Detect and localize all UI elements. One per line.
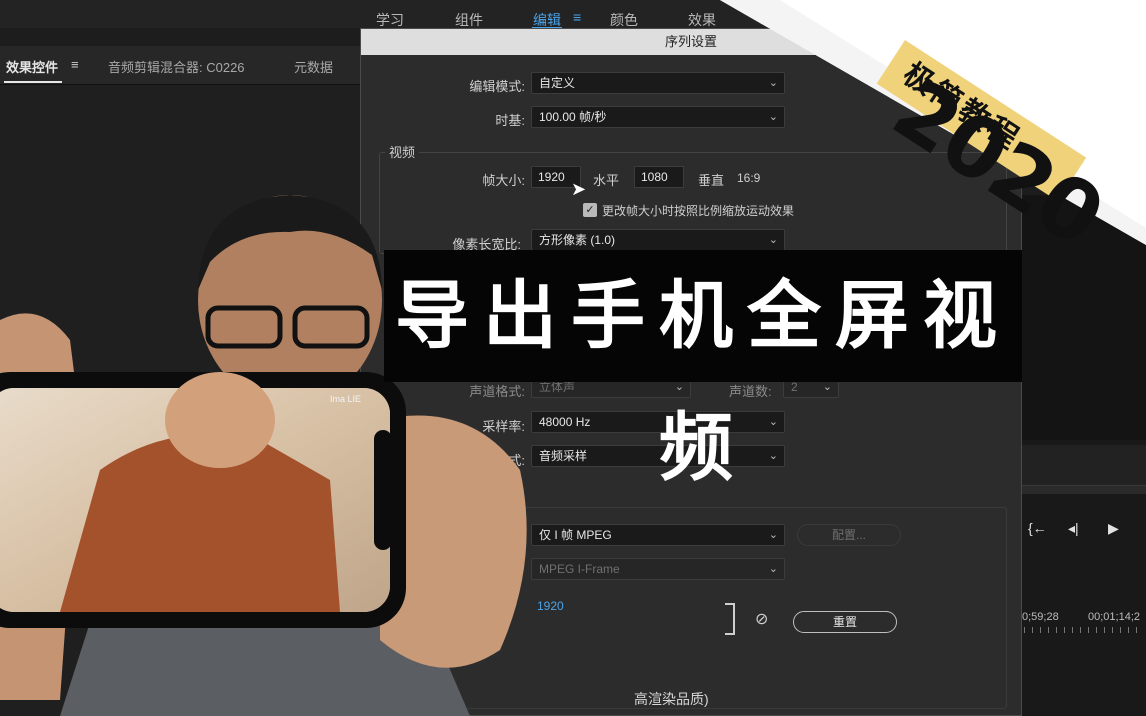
scale-motion-checkbox[interactable]: ✓ [583, 203, 597, 217]
monitor-toolbar [1022, 445, 1146, 485]
timecode-right: 00;01;14;2 [1088, 611, 1140, 623]
go-to-in-icon[interactable]: {← [1028, 520, 1047, 536]
workspace-tab-effects[interactable]: 效果 [688, 10, 716, 30]
tab-metadata[interactable]: 元数据 [294, 57, 333, 76]
codec-sub-dropdown[interactable]: MPEG I-Frame ⌄ [531, 558, 785, 580]
video-group-label: 视频 [385, 142, 420, 161]
display-format-label: 式: [508, 453, 525, 468]
reset-button[interactable]: 重置 [793, 611, 897, 633]
codec-dropdown[interactable]: 仅 I 帧 MPEG ⌄ [531, 524, 785, 546]
preview-width-value[interactable]: 1920 [537, 599, 564, 613]
channel-format-label: 声道格式: [469, 384, 525, 399]
sample-rate-label: 采样率: [482, 419, 525, 434]
chevron-down-icon: ⌄ [768, 563, 778, 575]
frame-size-label: 帧大小: [482, 173, 525, 188]
link-icon[interactable]: ⊘ [755, 609, 768, 629]
title-banner: 导出手机全屏视频 [384, 250, 1022, 491]
render-quality-text: 高渲染品质) [634, 691, 709, 707]
timecode-left: 0;59;28 [1022, 611, 1059, 623]
chevron-down-icon: ⌄ [768, 529, 778, 541]
workspace-tab-color[interactable]: 颜色 [610, 10, 638, 30]
tab-audio-clip-mixer[interactable]: 音频剪辑混合器: C0226 [108, 57, 245, 76]
effect-controls-panel: 效果控件 ≡ 音频剪辑混合器: C0226 元数据 [0, 46, 362, 716]
active-tab-indicator [4, 81, 62, 83]
workspace-tab-assembly[interactable]: 组件 [455, 10, 483, 30]
step-back-icon[interactable]: ◂| [1068, 520, 1079, 537]
panel-tab-bar: 效果控件 ≡ 音频剪辑混合器: C0226 元数据 [0, 46, 362, 85]
chevron-down-icon: ⌄ [768, 416, 778, 428]
cursor-icon: ➤ [571, 179, 587, 199]
monitor-ruler [1022, 485, 1146, 494]
menu-icon[interactable]: ≡ [573, 9, 581, 25]
panel-menu-icon[interactable]: ≡ [71, 57, 79, 72]
configure-button[interactable]: 配置... [797, 524, 901, 546]
timeline-ticks [1024, 627, 1144, 633]
chevron-down-icon: ⌄ [768, 450, 778, 462]
play-icon[interactable]: ▶ [1108, 520, 1119, 537]
edit-mode-label: 编辑模式: [469, 79, 525, 94]
program-monitor: {← ◂| ▶ 0;59;28 00;01;14;2 [1022, 195, 1146, 716]
workspace-tab-learn[interactable]: 学习 [376, 10, 404, 30]
timebase-label: 时基: [495, 113, 525, 128]
banner-headline: 导出手机全屏视频 [395, 273, 1011, 491]
frame-height-input[interactable]: 1080 [634, 166, 684, 188]
horizontal-label: 水平 [593, 173, 620, 188]
link-bracket [725, 603, 735, 635]
tab-effect-controls[interactable]: 效果控件 [6, 57, 58, 76]
render-option-fragment: 性 [443, 691, 457, 707]
